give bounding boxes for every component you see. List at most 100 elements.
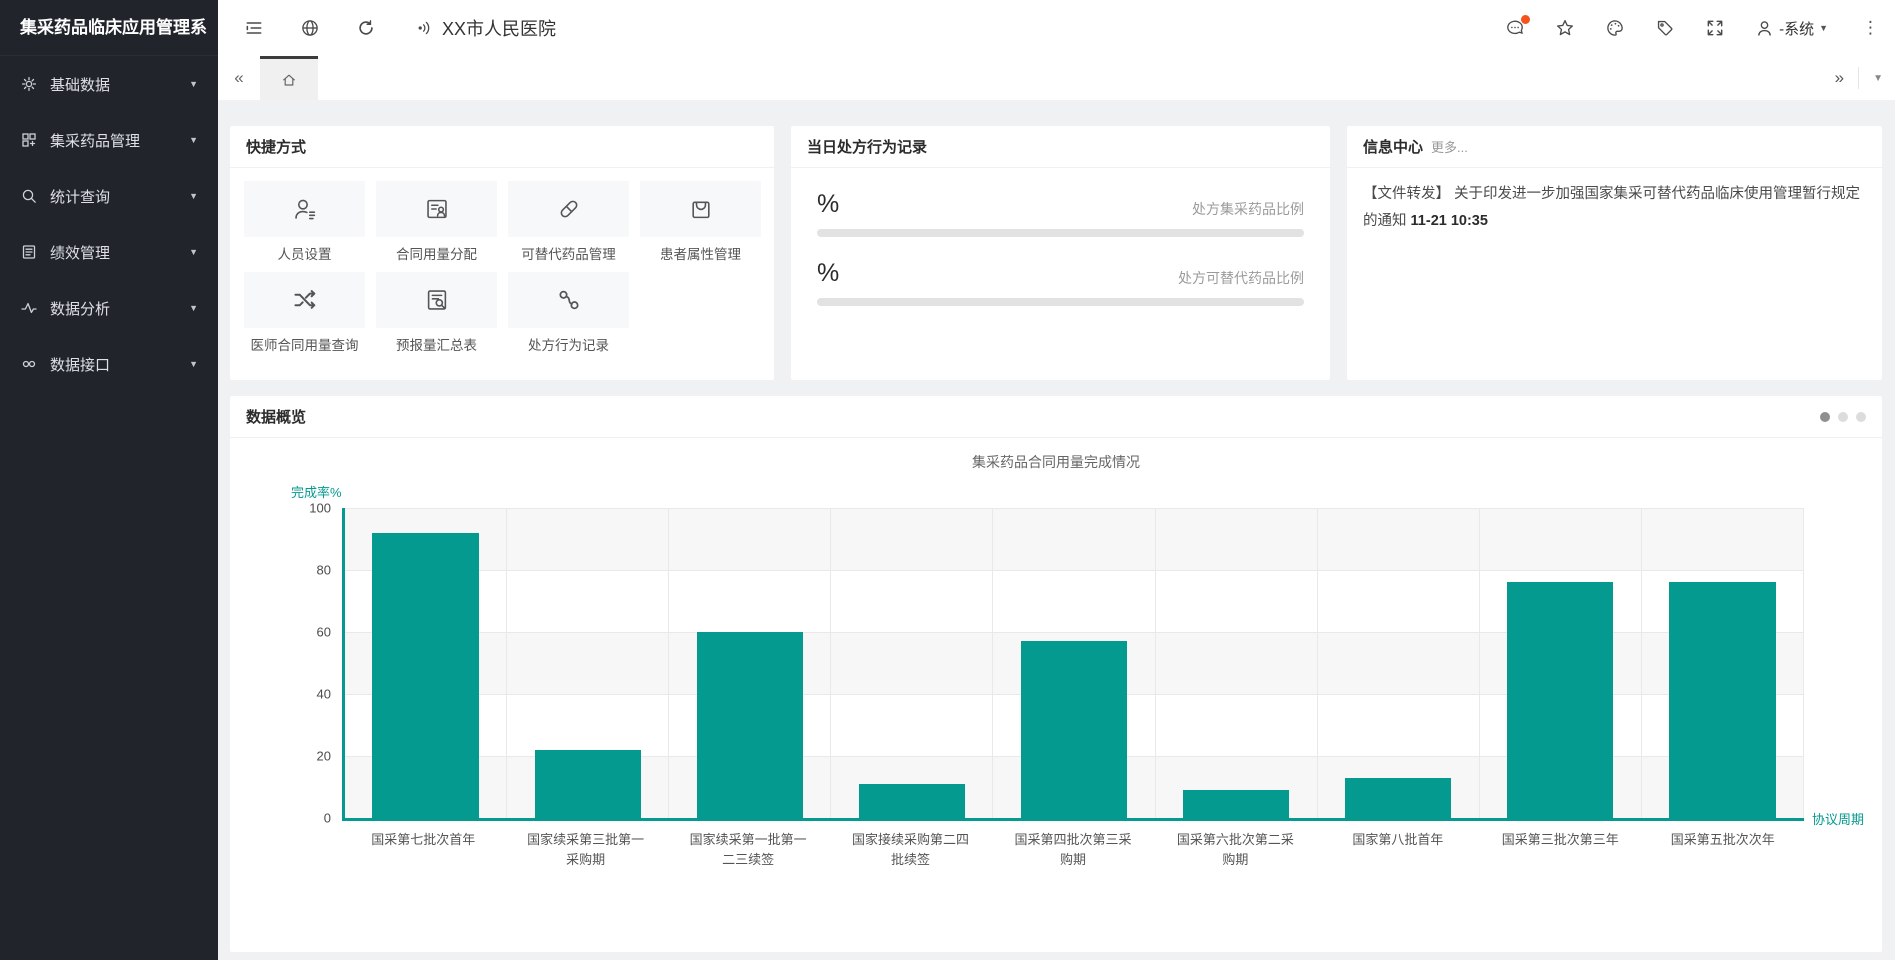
tag-icon[interactable] (1655, 18, 1675, 38)
prescription-row: % 处方可替代药品比例 (817, 259, 1304, 306)
user-menu[interactable]: -系统 ▼ (1755, 18, 1828, 39)
shortcut-label: 人员设置 (244, 243, 365, 263)
gear-icon (20, 75, 38, 93)
sidebar-item-statistics[interactable]: 统计查询 ▼ (0, 168, 218, 224)
chevron-down-icon: ▼ (189, 303, 198, 313)
shortcut-physician-contract-query[interactable]: 医师合同用量查询 (244, 272, 365, 363)
chart-category-cell (1642, 508, 1804, 818)
y-axis-tick: 40 (317, 687, 331, 702)
content-area: 快捷方式 人员设置 合同用量分配 (218, 100, 1895, 960)
bar-国采第六批次第二采购期[interactable] (1183, 790, 1289, 818)
info-center-card: 信息中心 更多... 【文件转发】 关于印发进一步加强国家集采可替代药品临床使用… (1347, 126, 1882, 380)
sidebar-item-label: 集采药品管理 (50, 130, 140, 151)
sidebar-item-data-analysis[interactable]: 数据分析 ▼ (0, 280, 218, 336)
progress-bar (817, 229, 1304, 237)
message-icon[interactable] (1505, 18, 1525, 38)
shortcut-personnel-settings[interactable]: 人员设置 (244, 181, 365, 272)
chart-category-cell (831, 508, 993, 818)
notification-badge (1521, 15, 1530, 24)
sidebar: 集采药品临床应用管理系 基础数据 ▼ 集采药品管理 ▼ 统计查询 ▼ (0, 0, 218, 960)
refresh-icon[interactable] (356, 18, 376, 38)
carousel-dots (1820, 412, 1866, 422)
tabs-menu-icon[interactable]: ▼ (1873, 73, 1883, 84)
y-axis-tick: 60 (317, 625, 331, 640)
info-message-time: 11-21 10:35 (1411, 213, 1488, 229)
y-axis-tick: 0 (324, 811, 331, 826)
bar-chart: 完成率% 协议周期 020406080100 (342, 508, 1804, 821)
palette-icon[interactable] (1605, 18, 1625, 38)
y-axis-tick: 80 (317, 563, 331, 578)
sidebar-item-performance[interactable]: 绩效管理 ▼ (0, 224, 218, 280)
sidebar-item-label: 基础数据 (50, 74, 110, 95)
x-axis-label: 国采第五批次次年 (1642, 830, 1804, 870)
bar-国家第八批首年[interactable] (1345, 778, 1451, 818)
globe-icon[interactable] (300, 18, 320, 38)
report-search-icon (424, 287, 450, 313)
fullscreen-icon[interactable] (1705, 18, 1725, 38)
x-axis-label: 国家第八批首年 (1317, 830, 1479, 870)
user-label: -系统 (1779, 18, 1814, 39)
chart-category-cell (1480, 508, 1642, 818)
shortcut-contract-allocation[interactable]: 合同用量分配 (376, 181, 497, 272)
x-axis-labels: 国采第七批次首年国家续采第三批第一采购期国家续采第一批第一二三续签国家接续采购第… (342, 830, 1804, 870)
tab-home[interactable] (260, 56, 318, 100)
pulse-icon (20, 299, 38, 317)
sidebar-item-data-interface[interactable]: 数据接口 ▼ (0, 336, 218, 392)
app-title: 集采药品临床应用管理系 (0, 0, 218, 56)
contract-person-icon (424, 196, 450, 222)
sidebar-item-label: 统计查询 (50, 186, 110, 207)
divider (1858, 67, 1859, 89)
bar-国家续采第三批第一采购期[interactable] (535, 750, 641, 818)
x-axis-label: 国采第七批次首年 (342, 830, 504, 870)
search-icon (20, 187, 38, 205)
more-vertical-icon[interactable]: ⋮ (1862, 18, 1879, 38)
chevron-down-icon: ▼ (189, 79, 198, 89)
user-settings-icon (292, 196, 318, 222)
broadcast-icon (416, 19, 434, 37)
carousel-dot[interactable] (1820, 412, 1830, 422)
bar-国采第四批次第三采购期[interactable] (1021, 641, 1127, 818)
carousel-dot[interactable] (1838, 412, 1848, 422)
shortcut-label: 处方行为记录 (508, 334, 629, 354)
shortcut-prescription-behavior[interactable]: 处方行为记录 (508, 272, 629, 363)
chevron-down-icon: ▼ (189, 191, 198, 201)
ledger-icon (20, 243, 38, 261)
bar-国家接续采购第二四批续签[interactable] (859, 784, 965, 818)
tabs-scroll-right-icon[interactable]: » (1835, 68, 1844, 88)
bar-国采第五批次次年[interactable] (1669, 582, 1775, 818)
sidebar-item-base-data[interactable]: 基础数据 ▼ (0, 56, 218, 112)
carousel-dot[interactable] (1856, 412, 1866, 422)
prescription-label: 处方可替代药品比例 (1178, 268, 1304, 288)
bar-国采第三批次第三年[interactable] (1507, 582, 1613, 818)
info-message[interactable]: 【文件转发】 关于印发进一步加强国家集采可替代药品临床使用管理暂行规定的通知 1… (1347, 168, 1882, 248)
x-axis-label: 国家接续采购第二四批续签 (829, 830, 991, 870)
shortcuts-card: 快捷方式 人员设置 合同用量分配 (230, 126, 774, 380)
chart-category-cell (669, 508, 831, 818)
hospital-name: XX市人民医院 (442, 15, 556, 41)
shortcut-patient-attributes[interactable]: 患者属性管理 (640, 181, 761, 272)
chart-category-cell (1318, 508, 1480, 818)
sidebar-item-label: 数据接口 (50, 354, 110, 375)
info-center-title: 信息中心 (1363, 136, 1423, 157)
x-axis-label: 国采第六批次第二采购期 (1154, 830, 1316, 870)
shortcut-forecast-summary[interactable]: 预报量汇总表 (376, 272, 497, 363)
y-axis-name: 完成率% (291, 482, 342, 501)
info-center-more-link[interactable]: 更多... (1431, 137, 1468, 156)
tabs-scroll-left-icon[interactable]: « (218, 56, 260, 100)
shortcuts-title: 快捷方式 (230, 126, 774, 168)
bar-国家续采第一批第一二三续签[interactable] (697, 632, 803, 818)
shortcut-label: 预报量汇总表 (376, 334, 497, 354)
sidebar-item-label: 数据分析 (50, 298, 110, 319)
y-axis-tick: 100 (309, 501, 331, 516)
collapse-menu-icon[interactable] (244, 18, 264, 38)
shortcut-substitutable-drugs[interactable]: 可替代药品管理 (508, 181, 629, 272)
star-icon[interactable] (1555, 18, 1575, 38)
shuffle-icon (292, 287, 318, 313)
x-axis-label: 国采第三批次第三年 (1479, 830, 1641, 870)
x-axis-label: 国家续采第一批第一二三续签 (667, 830, 829, 870)
prescription-label: 处方集采药品比例 (1192, 199, 1304, 219)
prescription-card: 当日处方行为记录 % 处方集采药品比例 % 处方可替代药品比例 (791, 126, 1330, 380)
sidebar-item-drug-management[interactable]: 集采药品管理 ▼ (0, 112, 218, 168)
prescription-title: 当日处方行为记录 (791, 126, 1330, 168)
bar-国采第七批次首年[interactable] (372, 533, 478, 818)
